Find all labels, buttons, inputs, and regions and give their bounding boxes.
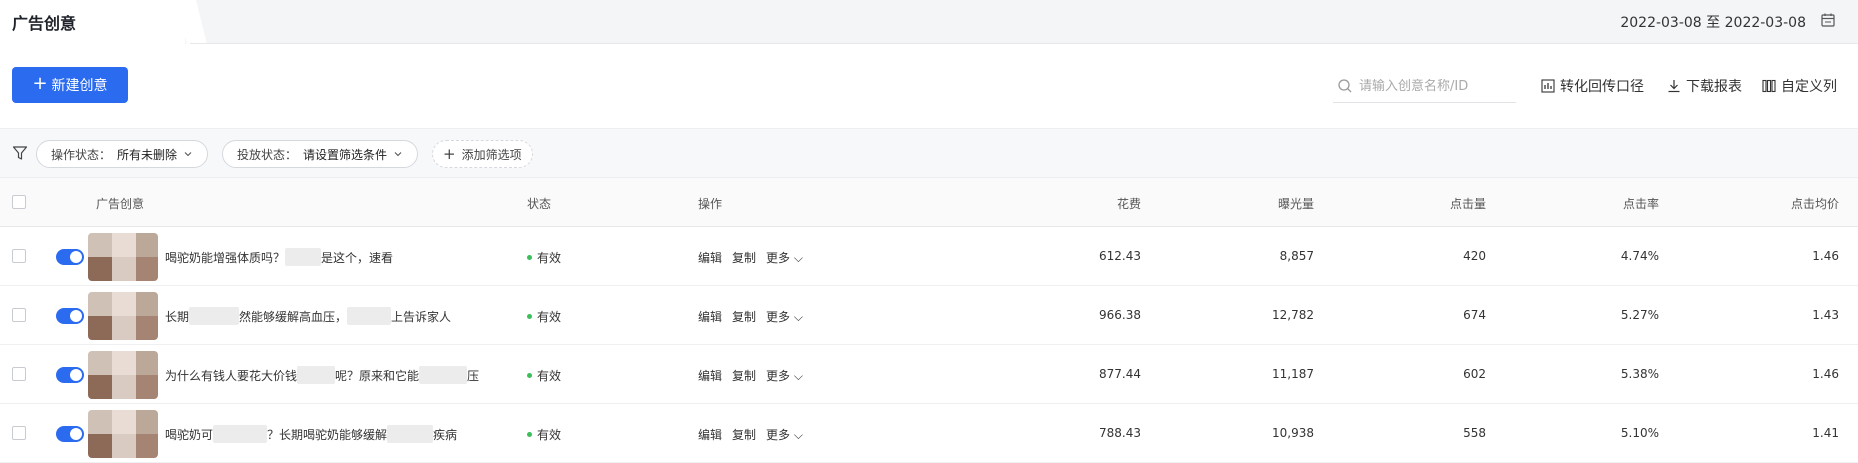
conversion-caliber-button[interactable]: 转化回传口径 <box>1541 76 1644 96</box>
filter-bar: 操作状态： 所有未删除 投放状态： 请设置筛选条件 + 添加筛选项 <box>0 128 1858 178</box>
download-icon <box>1667 79 1681 93</box>
creative-title[interactable]: 长期 然能够缓解高血压， 上告诉家人 <box>165 307 451 325</box>
status-badge: 有效 <box>527 426 561 443</box>
columns-icon <box>1762 79 1776 93</box>
cpc-value: 1.46 <box>1812 367 1839 381</box>
col-ctr[interactable]: 点击率 <box>1623 195 1659 212</box>
clicks-value: 602 <box>1463 367 1486 381</box>
table-row[interactable]: 喝驼奶能增强体质吗？ 是这个，速看 有效 编辑 复制 更多 ⌵ 612.43 8,… <box>0 227 1858 286</box>
col-status[interactable]: 状态 <box>527 195 551 212</box>
creative-thumbnail[interactable] <box>88 233 158 281</box>
row-checkbox[interactable] <box>12 426 26 440</box>
creative-thumbnail[interactable] <box>88 292 158 340</box>
edit-button[interactable]: 编辑 <box>698 308 722 325</box>
copy-button[interactable]: 复制 <box>732 308 756 325</box>
date-range[interactable]: 2022-03-08 至 2022-03-08 <box>1620 12 1806 32</box>
col-impressions[interactable]: 曝光量 <box>1278 195 1314 212</box>
status-badge: 有效 <box>527 367 561 384</box>
more-button[interactable]: 更多 ⌵ <box>766 367 803 384</box>
search-input[interactable] <box>1359 78 1509 94</box>
edit-button[interactable]: 编辑 <box>698 426 722 443</box>
status-badge: 有效 <box>527 308 561 325</box>
cost-value: 612.43 <box>1099 249 1141 263</box>
clicks-value: 674 <box>1463 308 1486 322</box>
add-filter-button[interactable]: + 添加筛选项 <box>432 140 533 168</box>
status-toggle[interactable] <box>56 426 84 442</box>
clicks-value: 420 <box>1463 249 1486 263</box>
calendar-icon[interactable] <box>1820 12 1836 28</box>
row-actions: 编辑 复制 更多 ⌵ <box>698 308 803 325</box>
col-clicks[interactable]: 点击量 <box>1450 195 1486 212</box>
copy-button[interactable]: 复制 <box>732 249 756 266</box>
copy-button[interactable]: 复制 <box>732 426 756 443</box>
status-toggle[interactable] <box>56 308 84 324</box>
download-report-button[interactable]: 下载报表 <box>1667 76 1742 96</box>
ctr-value: 5.27% <box>1620 308 1659 322</box>
status-toggle[interactable] <box>56 249 84 265</box>
bar-chart-icon <box>1541 79 1555 93</box>
search-icon <box>1337 78 1353 94</box>
row-checkbox[interactable] <box>12 249 26 263</box>
edit-button[interactable]: 编辑 <box>698 249 722 266</box>
ctr-value: 5.38% <box>1620 367 1659 381</box>
cpc-value: 1.41 <box>1812 426 1839 440</box>
chevron-down-icon <box>393 149 403 159</box>
table-row[interactable]: 喝驼奶可 ？长期喝驼奶能够缓解 疾病 有效 编辑 复制 更多 ⌵ 788.43 10… <box>0 404 1858 463</box>
plus-icon: + <box>443 145 456 163</box>
page-title: 广告创意 <box>12 14 77 33</box>
cpc-value: 1.43 <box>1812 308 1839 322</box>
new-creative-button[interactable]: + 新建创意 <box>12 67 128 103</box>
impressions-value: 10,938 <box>1272 426 1314 440</box>
cpc-value: 1.46 <box>1812 249 1839 263</box>
creative-title[interactable]: 喝驼奶可 ？长期喝驼奶能够缓解 疾病 <box>165 425 457 443</box>
creative-title[interactable]: 喝驼奶能增强体质吗？ 是这个，速看 <box>165 248 393 266</box>
op-status-filter[interactable]: 操作状态： 所有未删除 <box>36 140 209 168</box>
more-button[interactable]: 更多 ⌵ <box>766 426 803 443</box>
custom-columns-button[interactable]: 自定义列 <box>1762 76 1837 96</box>
cost-value: 788.43 <box>1099 426 1141 440</box>
creative-thumbnail[interactable] <box>88 410 158 458</box>
row-actions: 编辑 复制 更多 ⌵ <box>698 367 803 384</box>
delivery-status-filter[interactable]: 投放状态： 请设置筛选条件 <box>222 140 419 168</box>
row-actions: 编辑 复制 更多 ⌵ <box>698 426 803 443</box>
table-header: 广告创意 状态 操作 花费 曝光量 点击量 点击率 点击均价 <box>0 178 1858 227</box>
more-button[interactable]: 更多 ⌵ <box>766 308 803 325</box>
cost-value: 966.38 <box>1099 308 1141 322</box>
clicks-value: 558 <box>1463 426 1486 440</box>
edit-button[interactable]: 编辑 <box>698 367 722 384</box>
row-actions: 编辑 复制 更多 ⌵ <box>698 249 803 266</box>
creative-thumbnail[interactable] <box>88 351 158 399</box>
col-cost[interactable]: 花费 <box>1117 195 1141 212</box>
table-row[interactable]: 长期 然能够缓解高血压， 上告诉家人 有效 编辑 复制 更多 ⌵ 966.38 12… <box>0 286 1858 345</box>
select-all-checkbox[interactable] <box>12 195 26 209</box>
creative-title[interactable]: 为什么有钱人要花大价钱 呢？原来和它能压 <box>165 366 479 384</box>
ctr-value: 5.10% <box>1620 426 1659 440</box>
row-checkbox[interactable] <box>12 367 26 381</box>
more-button[interactable]: 更多 ⌵ <box>766 249 803 266</box>
status-toggle[interactable] <box>56 367 84 383</box>
chevron-down-icon <box>183 149 193 159</box>
impressions-value: 12,782 <box>1272 308 1314 322</box>
ctr-value: 4.74% <box>1620 249 1659 263</box>
funnel-icon[interactable] <box>12 145 28 161</box>
plus-icon: + <box>32 73 48 94</box>
impressions-value: 8,857 <box>1279 249 1314 263</box>
impressions-value: 11,187 <box>1272 367 1314 381</box>
search-box[interactable] <box>1333 70 1516 103</box>
copy-button[interactable]: 复制 <box>732 367 756 384</box>
table-row[interactable]: 为什么有钱人要花大价钱 呢？原来和它能压 有效 编辑 复制 更多 ⌵ 877.44… <box>0 345 1858 404</box>
col-cpc[interactable]: 点击均价 <box>1791 195 1839 212</box>
top-bar: 广告创意 2022-03-08 至 2022-03-08 <box>0 0 1858 44</box>
row-checkbox[interactable] <box>12 308 26 322</box>
col-creative[interactable]: 广告创意 <box>96 195 144 212</box>
status-badge: 有效 <box>527 249 561 266</box>
col-actions: 操作 <box>698 197 723 211</box>
cost-value: 877.44 <box>1099 367 1141 381</box>
